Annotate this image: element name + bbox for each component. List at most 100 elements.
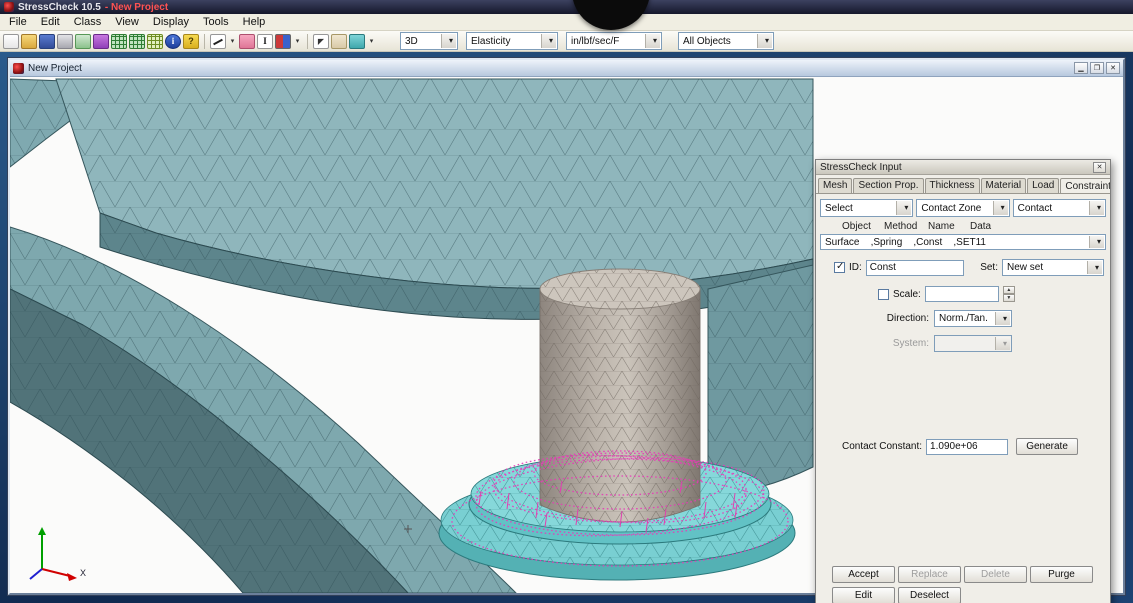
minimize-icon[interactable] [1074, 62, 1088, 74]
save-icon[interactable] [39, 34, 55, 49]
selection-table-headers: Object Method Name Data [816, 221, 1110, 233]
dropdown-arrow-icon[interactable] [293, 34, 302, 49]
export-icon[interactable] [75, 34, 91, 49]
new-file-icon[interactable] [3, 34, 19, 49]
grid-icon[interactable] [129, 34, 145, 49]
tab-material[interactable]: Material [981, 178, 1027, 193]
toolbar-separator [204, 34, 205, 49]
edit-button[interactable]: Edit [832, 587, 895, 603]
line-tool-icon[interactable] [210, 34, 226, 49]
system-select [934, 335, 1012, 352]
maximize-icon[interactable] [1090, 62, 1104, 74]
dialog-tabs: Mesh Section Prop. Thickness Material Lo… [816, 175, 1110, 194]
purge-button[interactable]: Purge [1030, 566, 1093, 583]
spinner-down-icon[interactable] [1003, 294, 1015, 302]
menu-help[interactable]: Help [236, 15, 273, 29]
menu-bar: File Edit Class View Display Tools Help [0, 14, 1133, 31]
close-icon[interactable] [1093, 162, 1106, 173]
print-icon[interactable] [57, 34, 73, 49]
discipline-value: Elasticity [471, 36, 510, 47]
direction-select[interactable]: Norm./Tan. [934, 310, 1012, 327]
action-select[interactable]: Select [820, 199, 913, 217]
close-icon[interactable] [1106, 62, 1120, 74]
purple-tool-icon[interactable] [93, 34, 109, 49]
pan-icon[interactable] [331, 34, 347, 49]
header-object: Object [842, 221, 871, 232]
objects-value: All Objects [683, 36, 731, 47]
open-folder-icon[interactable] [21, 34, 37, 49]
layers-icon[interactable] [349, 34, 365, 49]
id-input[interactable] [866, 260, 964, 276]
direction-value: Norm./Tan. [939, 313, 988, 324]
direction-label: Direction: [816, 313, 934, 324]
spreadsheet-icon[interactable] [147, 34, 163, 49]
replace-button[interactable]: Replace [898, 566, 961, 583]
axis-triad-icon: X [20, 523, 90, 583]
objects-select[interactable]: All Objects [678, 32, 774, 50]
tab-load[interactable]: Load [1027, 178, 1059, 193]
units-select[interactable]: in/lbf/sec/F [566, 32, 662, 50]
header-name: Name [928, 221, 955, 232]
set-select[interactable]: New set [1002, 259, 1104, 276]
select-arrow-icon[interactable] [313, 34, 329, 49]
action-value: Select [825, 203, 853, 214]
model-window-title: New Project [28, 63, 82, 74]
contact-zone-select[interactable]: Contact Zone [916, 199, 1009, 217]
tab-section-prop[interactable]: Section Prop. [853, 178, 923, 193]
mdi-workspace: New Project [0, 52, 1133, 603]
menu-view[interactable]: View [108, 15, 146, 29]
title-bar: StressCheck 10.5 - New Project [0, 0, 1133, 14]
selection-row-value: Surface ,Spring ,Const ,SET11 [825, 237, 986, 248]
contact-constant-label: Contact Constant: [842, 441, 922, 452]
contact-zone-value: Contact Zone [921, 203, 981, 214]
text-tool-icon[interactable] [257, 34, 273, 49]
toolbar-separator [307, 34, 308, 49]
constraint-type-select[interactable]: Contact [1013, 199, 1106, 217]
scale-label: Scale: [893, 289, 921, 300]
stresscheck-input-dialog: StressCheck Input Mesh Section Prop. Thi… [815, 159, 1111, 603]
dropdown-arrow-icon[interactable] [228, 34, 237, 49]
scale-spinner[interactable] [1003, 286, 1015, 302]
menu-class[interactable]: Class [67, 15, 109, 29]
delete-button[interactable]: Delete [964, 566, 1027, 583]
spinner-up-icon[interactable] [1003, 286, 1015, 294]
selection-row-combo[interactable]: Surface ,Spring ,Const ,SET11 [820, 234, 1106, 250]
tab-mesh[interactable]: Mesh [818, 178, 852, 193]
set-value: New set [1007, 262, 1043, 273]
set-label: Set: [980, 262, 998, 273]
fill-color-icon[interactable] [275, 34, 291, 49]
header-method: Method [884, 221, 917, 232]
generate-button[interactable]: Generate [1016, 438, 1078, 455]
tab-thickness[interactable]: Thickness [925, 178, 980, 193]
menu-file[interactable]: File [2, 15, 34, 29]
discipline-select[interactable]: Elasticity [466, 32, 558, 50]
id-checkbox[interactable] [834, 262, 845, 273]
window-title-doc: - New Project [105, 2, 168, 13]
menu-display[interactable]: Display [146, 15, 196, 29]
system-label: System: [816, 338, 934, 349]
app-logo-icon [4, 2, 14, 12]
menu-tools[interactable]: Tools [196, 15, 236, 29]
menu-edit[interactable]: Edit [34, 15, 67, 29]
id-label: ID: [849, 262, 862, 273]
model-window-titlebar[interactable]: New Project [10, 60, 1123, 77]
scale-input[interactable] [925, 286, 999, 302]
main-toolbar: 3D Elasticity in/lbf/sec/F All Objects [0, 31, 1133, 52]
contact-constant-input[interactable] [926, 439, 1008, 455]
tab-constraint[interactable]: Constraint [1060, 178, 1110, 194]
window-title-app: StressCheck 10.5 [18, 2, 101, 13]
dimension-value: 3D [405, 36, 418, 47]
dropdown-arrow-icon[interactable] [367, 34, 376, 49]
application-window: StressCheck 10.5 - New Project File Edit… [0, 0, 1133, 603]
document-icon [13, 63, 24, 74]
info-icon[interactable] [165, 34, 181, 49]
accept-button[interactable]: Accept [832, 566, 895, 583]
help-icon[interactable] [183, 34, 199, 49]
dialog-titlebar[interactable]: StressCheck Input [816, 160, 1110, 175]
dialog-title: StressCheck Input [820, 162, 902, 173]
dimension-select[interactable]: 3D [400, 32, 458, 50]
deselect-button[interactable]: Deselect [898, 587, 961, 603]
mesh-table-icon[interactable] [111, 34, 127, 49]
scale-checkbox[interactable] [878, 289, 889, 300]
eraser-icon[interactable] [239, 34, 255, 49]
